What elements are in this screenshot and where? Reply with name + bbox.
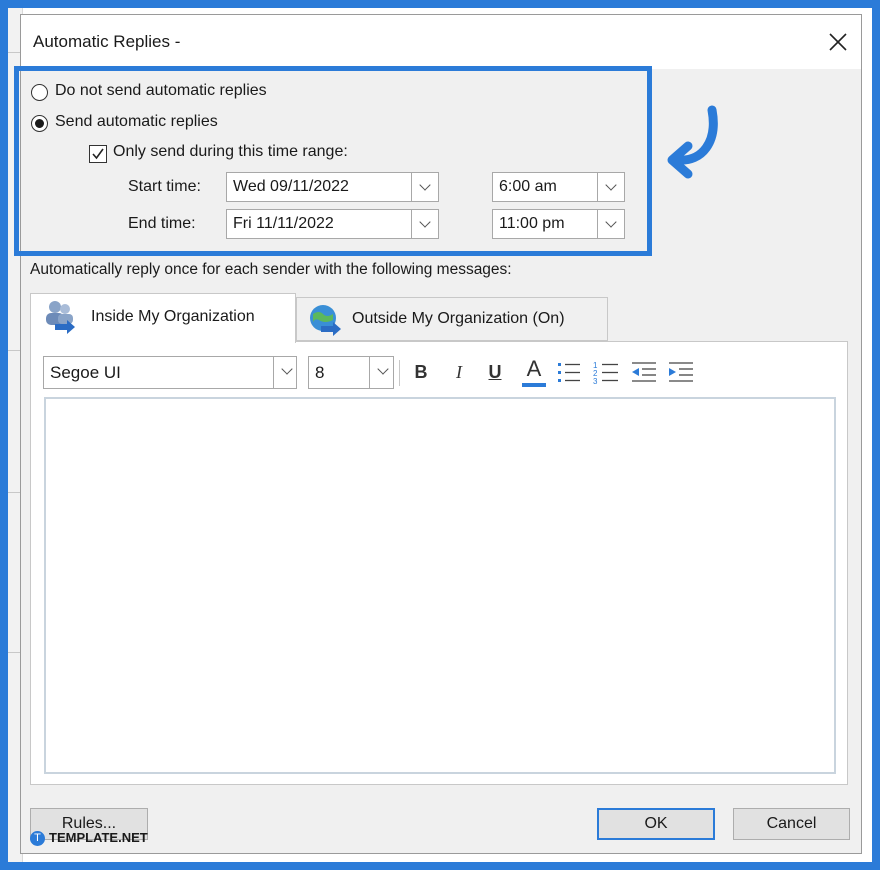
bullet-list-icon[interactable] [556, 360, 582, 386]
tab-outside-organization[interactable]: Outside My Organization (On) [296, 297, 608, 341]
font-color-letter: A [526, 356, 542, 381]
message-editor[interactable] [44, 397, 836, 774]
font-size-dropdown[interactable] [369, 356, 394, 389]
watermark-text: TEMPLATE.NET [49, 830, 148, 845]
tab-inside-organization[interactable]: Inside My Organization [30, 293, 296, 343]
toolbar-separator [399, 360, 400, 386]
dialog-title: Automatic Replies - [33, 32, 181, 51]
svg-text:3: 3 [593, 377, 598, 386]
font-name-dropdown[interactable] [273, 356, 297, 389]
font-color-button[interactable]: A [521, 356, 547, 387]
bold-button[interactable]: B [408, 362, 434, 383]
close-icon [829, 33, 847, 51]
increase-indent-icon[interactable] [667, 360, 695, 386]
ok-button[interactable]: OK [597, 808, 715, 840]
tab-outside-label: Outside My Organization (On) [352, 310, 565, 327]
people-icon [46, 301, 75, 334]
close-button[interactable] [820, 24, 856, 60]
messages-instruction: Automatically reply once for each sender… [30, 261, 512, 278]
tab-inside-label: Inside My Organization [91, 308, 255, 325]
font-size-select[interactable]: 8 [308, 356, 370, 389]
decrease-indent-icon[interactable] [630, 360, 658, 386]
watermark-logo: T [30, 831, 45, 846]
italic-button[interactable]: I [446, 362, 472, 383]
numbered-list-icon[interactable]: 1 2 3 [592, 360, 620, 386]
curved-arrow-icon [667, 105, 718, 179]
font-color-swatch [522, 383, 546, 387]
underline-button[interactable]: U [482, 362, 508, 383]
globe-icon [310, 305, 341, 336]
cancel-button[interactable]: Cancel [733, 808, 850, 840]
highlight-box [14, 66, 652, 256]
font-name-select[interactable]: Segoe UI [43, 356, 274, 389]
